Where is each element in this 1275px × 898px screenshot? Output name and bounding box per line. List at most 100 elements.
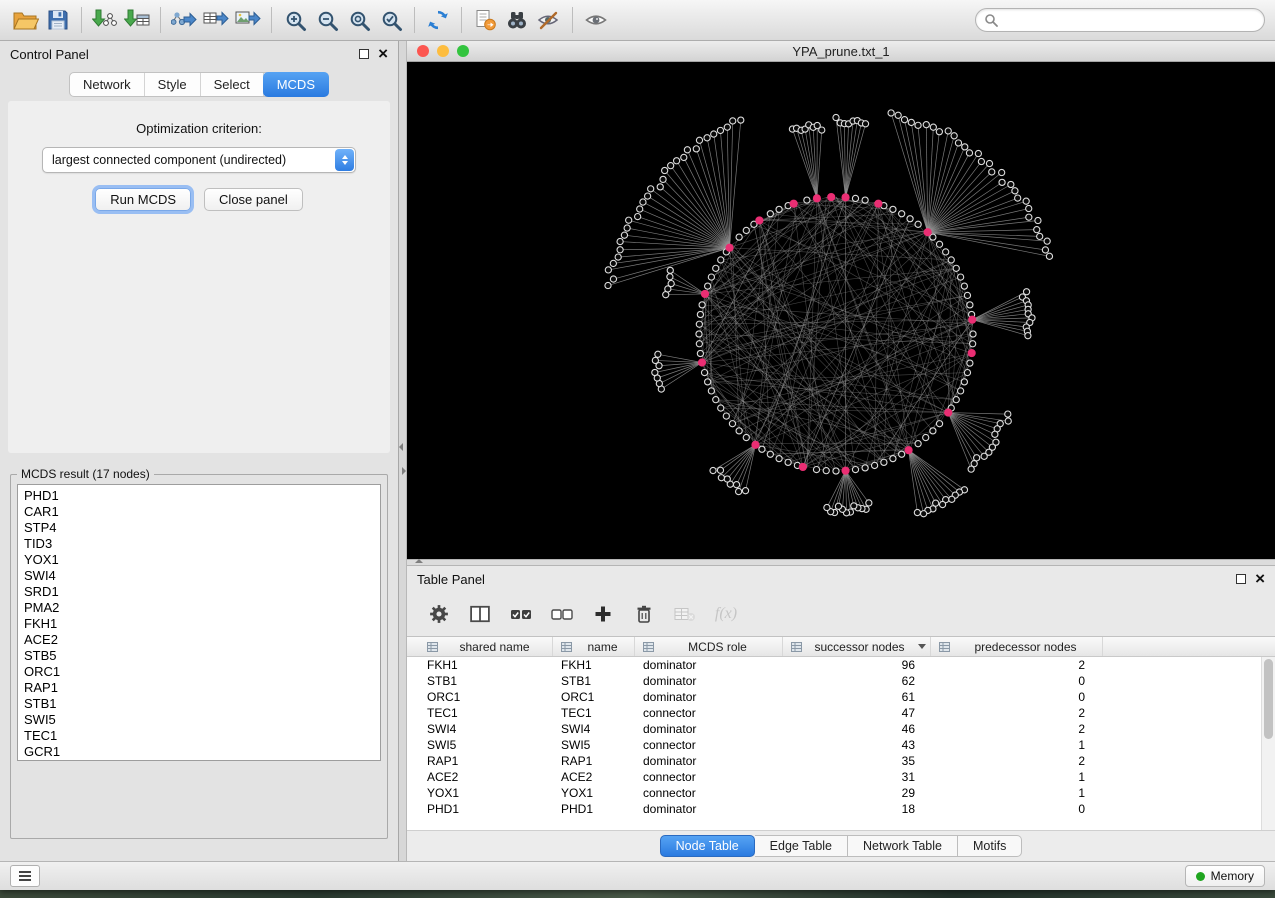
log-console-button[interactable] bbox=[10, 865, 40, 887]
mcds-result-title: MCDS result (17 nodes) bbox=[17, 467, 154, 481]
table-cell: connector bbox=[635, 738, 783, 752]
column-selector-button[interactable] bbox=[468, 602, 492, 626]
column-header-predecessor-nodes[interactable]: predecessor nodes bbox=[931, 637, 1103, 656]
mcds-result-item[interactable]: STB5 bbox=[24, 648, 380, 664]
table-row[interactable]: STB1STB1dominator620 bbox=[419, 673, 1275, 689]
criterion-select[interactable]: largest connected component (undirected) bbox=[42, 147, 356, 173]
mcds-result-item[interactable]: STP4 bbox=[24, 520, 380, 536]
network-view[interactable] bbox=[407, 62, 1275, 559]
import-table-button[interactable] bbox=[121, 5, 153, 35]
export-table-button[interactable] bbox=[200, 5, 232, 35]
mcds-result-item[interactable]: STB1 bbox=[24, 696, 380, 712]
tab-select[interactable]: Select bbox=[201, 73, 264, 96]
float-panel-button[interactable] bbox=[359, 47, 369, 62]
zoom-in-button[interactable] bbox=[279, 5, 311, 35]
float-table-panel-button[interactable] bbox=[1236, 572, 1246, 587]
table-row[interactable]: ACE2ACE2connector311 bbox=[419, 769, 1275, 785]
column-header-shared-name[interactable]: shared name bbox=[419, 637, 553, 656]
column-header-mcds-role[interactable]: MCDS role bbox=[635, 637, 783, 656]
mcds-result-item[interactable]: ORC1 bbox=[24, 664, 380, 680]
mcds-result-item[interactable]: GCR1 bbox=[24, 744, 380, 760]
tab-node-table[interactable]: Node Table bbox=[660, 835, 755, 857]
column-header-successor-nodes[interactable]: successor nodes bbox=[783, 637, 931, 656]
window-minimize-button[interactable] bbox=[437, 45, 449, 57]
mcds-result-item[interactable]: SWI5 bbox=[24, 712, 380, 728]
mcds-result-item[interactable]: PHD1 bbox=[24, 488, 380, 504]
close-panel-button[interactable]: Close panel bbox=[204, 188, 303, 211]
mcds-result-item[interactable]: YOX1 bbox=[24, 552, 380, 568]
tab-mcds[interactable]: MCDS bbox=[263, 72, 329, 97]
window-zoom-button[interactable] bbox=[457, 45, 469, 57]
table-cell: SWI5 bbox=[553, 738, 635, 752]
table-row[interactable]: RAP1RAP1dominator352 bbox=[419, 753, 1275, 769]
table-tab-bar: Node Table Edge Table Network Table Moti… bbox=[407, 830, 1275, 861]
show-graphics-details-button[interactable] bbox=[580, 5, 612, 35]
memory-button[interactable]: Memory bbox=[1185, 865, 1265, 887]
mcds-result-item[interactable]: SWI4 bbox=[24, 568, 380, 584]
delete-column-button[interactable] bbox=[632, 602, 656, 626]
mcds-result-item[interactable]: TID3 bbox=[24, 536, 380, 552]
deselect-all-button[interactable] bbox=[550, 602, 574, 626]
hide-columns-button[interactable] bbox=[673, 602, 697, 626]
table-row[interactable]: TEC1TEC1connector472 bbox=[419, 705, 1275, 721]
window-close-button[interactable] bbox=[417, 45, 429, 57]
table-row[interactable]: PHD1PHD1dominator180 bbox=[419, 801, 1275, 817]
mcds-result-item[interactable]: CAR1 bbox=[24, 504, 380, 520]
mcds-result-list[interactable]: PHD1CAR1STP4TID3YOX1SWI4SRD1PMA2FKH1ACE2… bbox=[17, 484, 381, 761]
table-scrollbar[interactable] bbox=[1261, 657, 1275, 830]
mcds-result-item[interactable]: PMA2 bbox=[24, 600, 380, 616]
table-cell: TEC1 bbox=[553, 706, 635, 720]
table-cell: SWI4 bbox=[419, 722, 553, 736]
horizontal-splitter[interactable] bbox=[407, 559, 1275, 566]
table-cell: SWI5 bbox=[419, 738, 553, 752]
save-session-button[interactable] bbox=[42, 5, 74, 35]
tab-network[interactable]: Network bbox=[70, 73, 145, 96]
main-area: Control Panel Network Style Select MCDS … bbox=[0, 41, 1275, 861]
table-cell: 61 bbox=[783, 690, 931, 704]
hide-table-icon bbox=[674, 606, 696, 622]
import-network-button[interactable] bbox=[89, 5, 121, 35]
export-image-button[interactable] bbox=[232, 5, 264, 35]
select-all-button[interactable] bbox=[509, 602, 533, 626]
vizmapper-button[interactable] bbox=[533, 5, 565, 35]
mcds-result-item[interactable]: FKH1 bbox=[24, 616, 380, 632]
table-cell: 18 bbox=[783, 802, 931, 816]
control-panel-title: Control Panel bbox=[10, 47, 89, 62]
zoom-fit-button[interactable] bbox=[343, 5, 375, 35]
table-row[interactable]: SWI4SWI4dominator462 bbox=[419, 721, 1275, 737]
mcds-result-item[interactable]: SRD1 bbox=[24, 584, 380, 600]
zoom-out-button[interactable] bbox=[311, 5, 343, 35]
refresh-layout-button[interactable] bbox=[422, 5, 454, 35]
function-builder-button[interactable]: f(x) bbox=[714, 602, 738, 626]
tab-network-table[interactable]: Network Table bbox=[848, 835, 958, 857]
tab-style[interactable]: Style bbox=[145, 73, 201, 96]
export-network-button[interactable] bbox=[168, 5, 200, 35]
zoom-selected-icon bbox=[380, 9, 403, 32]
mcds-result-item[interactable]: RAP1 bbox=[24, 680, 380, 696]
table-cell: 31 bbox=[783, 770, 931, 784]
table-row[interactable]: ORC1ORC1dominator610 bbox=[419, 689, 1275, 705]
mcds-result-item[interactable]: ACE2 bbox=[24, 632, 380, 648]
scrollbar-thumb[interactable] bbox=[1264, 659, 1273, 739]
column-header-name[interactable]: name bbox=[553, 637, 635, 656]
mcds-result-item[interactable]: TEC1 bbox=[24, 728, 380, 744]
table-row[interactable]: YOX1YOX1connector291 bbox=[419, 785, 1275, 801]
table-settings-button[interactable] bbox=[427, 602, 451, 626]
search-input[interactable] bbox=[1003, 12, 1256, 28]
tab-edge-table[interactable]: Edge Table bbox=[755, 835, 848, 857]
open-session-button[interactable] bbox=[10, 5, 42, 35]
column-type-icon bbox=[791, 642, 802, 652]
add-column-button[interactable] bbox=[591, 602, 615, 626]
export-table-icon bbox=[203, 9, 229, 31]
export-document-button[interactable] bbox=[469, 5, 501, 35]
run-mcds-button[interactable]: Run MCDS bbox=[95, 188, 191, 211]
close-table-panel-button[interactable] bbox=[1255, 572, 1265, 586]
find-button[interactable] bbox=[501, 5, 533, 35]
table-row[interactable]: FKH1FKH1dominator962 bbox=[419, 657, 1275, 673]
zoom-selected-button[interactable] bbox=[375, 5, 407, 35]
column-type-icon bbox=[939, 642, 950, 652]
close-panel-icon-button[interactable] bbox=[378, 47, 388, 61]
table-row[interactable]: SWI5SWI5connector431 bbox=[419, 737, 1275, 753]
vertical-splitter[interactable] bbox=[399, 41, 407, 861]
tab-motifs[interactable]: Motifs bbox=[958, 835, 1022, 857]
